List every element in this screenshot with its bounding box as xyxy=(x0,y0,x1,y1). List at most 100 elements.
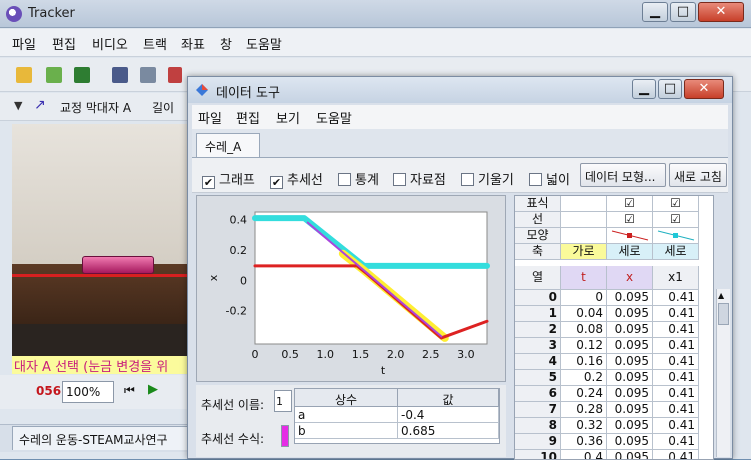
open-folder-icon[interactable] xyxy=(16,67,32,83)
cell-x[interactable]: 0.095 xyxy=(607,402,653,418)
axis-x1-label[interactable]: 세로 xyxy=(653,244,699,260)
cell-x[interactable]: 0.095 xyxy=(607,322,653,338)
refresh-button[interactable]: 새로 고침 xyxy=(669,163,727,187)
param-b-value[interactable]: 0.685 xyxy=(398,423,499,439)
row-index[interactable]: 7 xyxy=(515,402,561,418)
scroll-thumb[interactable] xyxy=(718,303,729,325)
cell-t[interactable]: 0.12 xyxy=(561,338,607,354)
stats-checkbox[interactable]: 통계 xyxy=(338,169,379,188)
fit-equation-field[interactable] xyxy=(281,425,289,447)
cell-x1[interactable]: 0.41 xyxy=(653,434,699,450)
track-marker[interactable] xyxy=(140,260,188,286)
table-scrollbar[interactable]: ▲ xyxy=(716,289,730,457)
col-header-x1[interactable]: x1 xyxy=(653,266,699,290)
col-header-x[interactable]: x xyxy=(607,266,653,290)
cell-t[interactable]: 0 xyxy=(561,290,607,306)
cell-x1[interactable]: 0.41 xyxy=(653,338,699,354)
slope-checkbox[interactable]: 기울기 xyxy=(461,169,514,188)
cell-x[interactable]: 0.095 xyxy=(607,354,653,370)
row-index[interactable]: 4 xyxy=(515,354,561,370)
cell-x1[interactable]: 0.41 xyxy=(653,418,699,434)
x-vs-t-plot[interactable]: 0 0.5 1.0 1.5 2.0 2.5 3.0 0.4 0.2 0 -0.2 t x xyxy=(197,196,507,383)
dt-maximize-button[interactable]: □ xyxy=(658,79,682,99)
axis-x-label[interactable]: 세로 xyxy=(607,244,653,260)
maximize-button[interactable]: □ xyxy=(670,2,696,22)
cell-x[interactable]: 0.095 xyxy=(607,290,653,306)
play-icon[interactable]: ▶ xyxy=(148,382,158,397)
points-checkbox[interactable]: 자료점 xyxy=(393,169,446,188)
cell-t[interactable]: 0.16 xyxy=(561,354,607,370)
marker-x1-checkbox[interactable]: ☑ xyxy=(653,196,699,212)
cell-t[interactable]: 0.24 xyxy=(561,386,607,402)
close-button[interactable]: ✕ xyxy=(698,2,744,22)
fit-checkbox[interactable]: ✔ 추세선 xyxy=(270,169,323,189)
cell-t[interactable]: 0.08 xyxy=(561,322,607,338)
scroll-up-icon[interactable]: ▲ xyxy=(718,291,724,300)
data-table[interactable]: 표식 ☑ ☑ 선 ☑ ☑ 모양 축 가로 세로 세로 열 t x x1 0 0 0.… xyxy=(514,195,714,460)
axes-icon[interactable] xyxy=(168,67,182,83)
menu-window[interactable]: 창 xyxy=(220,34,232,53)
menu-file[interactable]: 파일 xyxy=(12,34,36,53)
cell-x[interactable]: 0.095 xyxy=(607,306,653,322)
line-x1-checkbox[interactable]: ☑ xyxy=(653,212,699,228)
dt-menu-file[interactable]: 파일 xyxy=(198,108,222,127)
cell-t[interactable]: 0.2 xyxy=(561,370,607,386)
frame-number[interactable]: 056 xyxy=(36,384,61,398)
open-library-icon[interactable] xyxy=(46,67,62,83)
axis-t-label[interactable]: 가로 xyxy=(561,244,607,260)
param-a-value[interactable]: -0.4 xyxy=(398,407,499,423)
calibration-tool-icon[interactable] xyxy=(140,67,156,83)
row-index[interactable]: 5 xyxy=(515,370,561,386)
dt-close-button[interactable]: ✕ xyxy=(684,79,724,99)
step-back-icon[interactable]: ⏮ xyxy=(124,383,135,398)
cell-x1[interactable]: 0.41 xyxy=(653,306,699,322)
row-index[interactable]: 8 xyxy=(515,418,561,434)
cell-x1[interactable]: 0.41 xyxy=(653,402,699,418)
tab-cart-a[interactable]: 수레_A xyxy=(196,133,260,157)
zoom-select[interactable]: 100% xyxy=(62,381,114,403)
data-model-button[interactable]: 데이터 모형... xyxy=(580,163,666,187)
tracker-title-bar[interactable]: Tracker ▁ □ ✕ xyxy=(0,0,751,28)
cell-x[interactable]: 0.095 xyxy=(607,386,653,402)
fit-parameter-table[interactable]: 상수 값 a -0.4 b 0.685 xyxy=(294,388,500,444)
marker-x-checkbox[interactable]: ☑ xyxy=(607,196,653,212)
line-x-checkbox[interactable]: ☑ xyxy=(607,212,653,228)
shape-x-swatch[interactable] xyxy=(607,228,653,244)
track-dropdown-icon[interactable]: ▼ xyxy=(14,99,22,112)
row-index[interactable]: 0 xyxy=(515,290,561,306)
menu-edit[interactable]: 편집 xyxy=(52,34,76,53)
menu-video[interactable]: 비디오 xyxy=(92,34,128,53)
cell-t[interactable]: 0.36 xyxy=(561,434,607,450)
row-index[interactable]: 3 xyxy=(515,338,561,354)
tracker-tab[interactable]: 수레의 운동-STEAM교사연구 xyxy=(12,426,188,450)
graph-checkbox[interactable]: ✔ 그래프 xyxy=(202,169,255,189)
row-index[interactable]: 6 xyxy=(515,386,561,402)
shape-x1-swatch[interactable] xyxy=(653,228,699,244)
fit-name-field[interactable]: 1 xyxy=(274,390,292,412)
cell-t[interactable]: 0.32 xyxy=(561,418,607,434)
dt-menu-edit[interactable]: 편집 xyxy=(236,108,260,127)
col-header-t[interactable]: t xyxy=(561,266,607,290)
cell-x1[interactable]: 0.41 xyxy=(653,370,699,386)
dt-menu-view[interactable]: 보기 xyxy=(276,108,300,127)
cell-x1[interactable]: 0.41 xyxy=(653,290,699,306)
menu-coords[interactable]: 좌표 xyxy=(181,34,205,53)
cell-x[interactable]: 0.095 xyxy=(607,434,653,450)
cell-x[interactable]: 0.095 xyxy=(607,370,653,386)
cell-x[interactable]: 0.095 xyxy=(607,338,653,354)
calibration-stick-label[interactable]: 교정 막대자 A xyxy=(60,99,131,116)
menu-help[interactable]: 도움말 xyxy=(246,34,282,53)
cell-t[interactable]: 0.28 xyxy=(561,402,607,418)
cell-t[interactable]: 0.04 xyxy=(561,306,607,322)
area-checkbox[interactable]: 넓이 xyxy=(529,169,570,188)
cell-x1[interactable]: 0.41 xyxy=(653,322,699,338)
menu-track[interactable]: 트랙 xyxy=(143,34,167,53)
cell-x[interactable]: 0.095 xyxy=(607,418,653,434)
dt-menu-help[interactable]: 도움말 xyxy=(316,108,352,127)
cell-x1[interactable]: 0.41 xyxy=(653,354,699,370)
plot-panel[interactable]: 0 0.5 1.0 1.5 2.0 2.5 3.0 0.4 0.2 0 -0.2 t x xyxy=(196,195,506,382)
data-tool-title-bar[interactable]: 데이터 도구 ▁ □ ✕ xyxy=(188,77,732,103)
video-view[interactable] xyxy=(12,124,188,356)
cell-x1[interactable]: 0.41 xyxy=(653,386,699,402)
save-icon[interactable] xyxy=(74,67,90,83)
